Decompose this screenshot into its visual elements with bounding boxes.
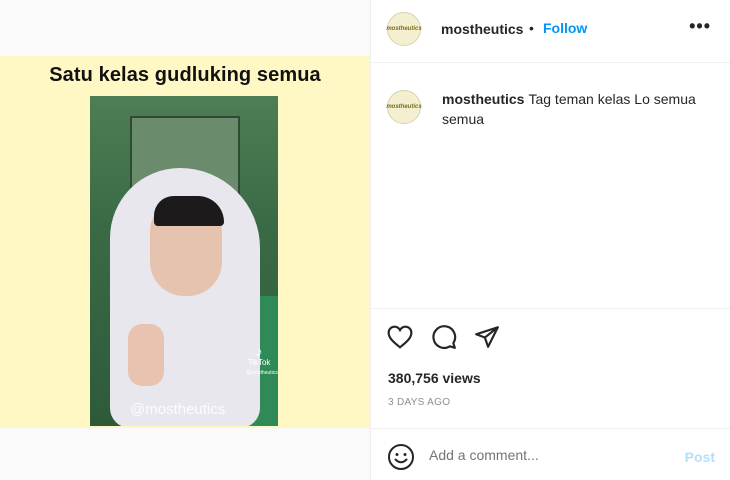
meme-image[interactable]: Satu kelas gudluking semua ♪ TikTok @mos… xyxy=(0,56,370,428)
post-header: mostheutics mostheutics • Follow ••• xyxy=(371,0,730,63)
tiktok-label: TikTok xyxy=(247,358,271,367)
post-panel: mostheutics mostheutics • Follow ••• mos… xyxy=(370,0,730,480)
tiktok-icon: ♪ xyxy=(255,343,263,359)
header-username[interactable]: mostheutics xyxy=(441,21,523,37)
tiktok-handle: @mostheutics xyxy=(246,370,278,376)
comment-bar: Post xyxy=(371,428,730,480)
comment-input[interactable] xyxy=(429,447,669,463)
action-bar xyxy=(371,318,730,358)
caption-section: mostheutics mostheutics Tag teman kelas L… xyxy=(371,64,730,309)
caption-avatar-text: mostheutics xyxy=(386,104,422,110)
avatar[interactable]: mostheutics xyxy=(386,12,422,46)
caption-username[interactable]: mostheutics xyxy=(442,91,524,107)
image-watermark: @mostheutics xyxy=(130,401,226,418)
emoji-icon[interactable] xyxy=(387,443,415,471)
video-frame[interactable]: ♪ TikTok @mostheutics xyxy=(90,96,278,426)
header-separator: • xyxy=(529,20,534,36)
media-bottom-margin xyxy=(0,428,370,480)
heart-icon[interactable] xyxy=(385,322,415,352)
post-button[interactable]: Post xyxy=(685,449,715,465)
caption-text: mostheutics Tag teman kelas Lo semua semu… xyxy=(442,89,717,129)
view-count[interactable]: 380,756 views xyxy=(388,370,481,386)
share-icon[interactable] xyxy=(472,322,502,352)
avatar-text: mostheutics xyxy=(386,26,422,32)
media-top-margin xyxy=(0,0,370,56)
post-media: Satu kelas gudluking semua ♪ TikTok @mos… xyxy=(0,0,370,480)
tiktok-watermark: ♪ TikTok @mostheutics xyxy=(246,343,278,378)
video-hand xyxy=(128,324,164,386)
comment-icon[interactable] xyxy=(429,322,459,352)
video-hair xyxy=(154,196,224,226)
caption-avatar[interactable]: mostheutics xyxy=(386,90,422,124)
follow-button[interactable]: Follow xyxy=(543,20,587,36)
post-date[interactable]: 3 DAYS AGO xyxy=(388,397,450,408)
meme-title: Satu kelas gudluking semua xyxy=(49,64,321,86)
more-icon[interactable]: ••• xyxy=(689,16,711,37)
